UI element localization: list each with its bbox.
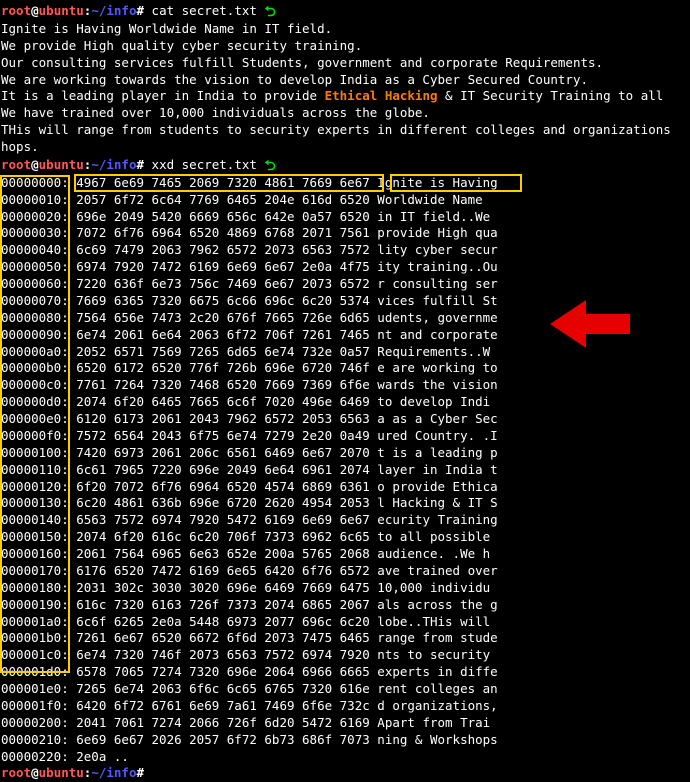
prompt-host: ubuntu: [39, 3, 84, 18]
prompt-line-2: root@ubuntu:~/info# xxd secret.txt ⮌: [1, 156, 690, 175]
hex-row: 00000020: 696e 2049 5420 6669 656c 642e …: [1, 209, 498, 226]
hex-row: 000001f0: 6420 6f72 6761 6e69 7a61 7469 …: [1, 698, 498, 715]
command-xxd: xxd secret.txt: [152, 157, 257, 172]
prompt-line-3[interactable]: root@ubuntu:~/info#: [1, 765, 690, 782]
hex-row: 00000010: 2057 6f72 6c64 7769 6465 204e …: [1, 192, 498, 209]
hex-row: 000000e0: 6120 6173 2061 2043 7962 6572 …: [1, 411, 498, 428]
hex-row: 000000b0: 6520 6172 6520 776f 726b 696e …: [1, 360, 498, 377]
hex-row: 00000200: 2041 7061 7274 2066 726f 6d20 …: [1, 715, 498, 732]
cat-output: Ignite is Having Worldwide Name in IT fi…: [1, 21, 690, 156]
hex-row: 000001b0: 7261 6e67 6520 6672 6f6d 2073 …: [1, 630, 498, 647]
output-line: We provide High quality cyber security t…: [1, 38, 690, 55]
red-arrow-icon: [550, 294, 630, 354]
hex-row: 00000000: 4967 6e69 7465 2069 7320 4861 …: [1, 175, 498, 192]
output-line: Our consulting services fulfill Students…: [1, 55, 690, 72]
hex-row: 00000140: 6563 7572 6974 7920 5472 6169 …: [1, 512, 498, 529]
hex-row: 000001a0: 6c6f 6265 2e0a 5448 6973 2077 …: [1, 614, 498, 631]
output-line: We are working towards the vision to dev…: [1, 72, 690, 89]
hex-row: 00000220: 2e0a ..: [1, 749, 498, 766]
hex-row: 00000030: 7072 6f76 6964 6520 4869 6768 …: [1, 225, 498, 242]
output-line: Ignite is Having Worldwide Name in IT fi…: [1, 21, 690, 38]
hex-row: 000001d0: 6578 7065 7274 7320 696e 2064 …: [1, 664, 498, 681]
hex-row: 00000130: 6c20 4861 636b 696e 6720 2620 …: [1, 495, 498, 512]
hex-row: 000001c0: 6e74 7320 746f 2073 6563 7572 …: [1, 647, 498, 664]
hex-row: 00000110: 6c61 7965 7220 696e 2049 6e64 …: [1, 462, 498, 479]
prompt-user: root: [1, 3, 31, 18]
prompt-symbol: #: [136, 3, 144, 18]
xxd-output: 00000000: 4967 6e69 7465 2069 7320 4861 …: [1, 175, 498, 766]
hex-row: 00000070: 7669 6365 7320 6675 6c66 696c …: [1, 293, 498, 310]
output-line: THis will range from students to securit…: [1, 122, 690, 139]
output-line: We have trained over 10,000 individuals …: [1, 105, 690, 122]
output-line: It is a leading player in India to provi…: [1, 88, 690, 105]
hex-row: 00000040: 6c69 7479 2063 7962 6572 2073 …: [1, 242, 498, 259]
return-icon: ⮌: [264, 3, 275, 22]
hex-row: 00000190: 616c 7320 6163 726f 7373 2074 …: [1, 597, 498, 614]
command-cat: cat secret.txt: [152, 3, 257, 18]
hex-row: 00000120: 6f20 7072 6f76 6964 6520 4574 …: [1, 479, 498, 496]
hex-row: 00000150: 2074 6f20 616c 6c20 706f 7373 …: [1, 529, 498, 546]
hex-row: 000000c0: 7761 7264 7320 7468 6520 7669 …: [1, 377, 498, 394]
hex-row: 00000080: 7564 656e 7473 2c20 676f 7665 …: [1, 310, 498, 327]
hex-row: 000001e0: 7265 6e74 2063 6f6c 6c65 6765 …: [1, 681, 498, 698]
hex-row: 00000180: 2031 302c 3030 3020 696e 6469 …: [1, 580, 498, 597]
prompt-line-1: root@ubuntu:~/info# cat secret.txt ⮌: [1, 2, 690, 21]
output-line: hops.: [1, 139, 690, 156]
hex-row: 00000160: 2061 7564 6965 6e63 652e 200a …: [1, 546, 498, 563]
hex-row: 00000100: 7420 6973 2061 206c 6561 6469 …: [1, 445, 498, 462]
hex-row: 00000170: 6176 6520 7472 6169 6e65 6420 …: [1, 563, 498, 580]
hex-row: 00000060: 7220 636f 6e73 756c 7469 6e67 …: [1, 276, 498, 293]
prompt-path: ~/info: [91, 3, 136, 18]
terminal[interactable]: root@ubuntu:~/info# cat secret.txt ⮌ Ign…: [0, 0, 690, 782]
hex-row: 000000a0: 2052 6571 7569 7265 6d65 6e74 …: [1, 344, 498, 361]
hex-row: 000000d0: 2074 6f20 6465 7665 6c6f 7020 …: [1, 394, 498, 411]
hex-row: 00000050: 6974 7920 7472 6169 6e69 6e67 …: [1, 259, 498, 276]
hex-row: 00000210: 6e69 6e67 2026 2057 6f72 6b73 …: [1, 732, 498, 749]
hex-row: 000000f0: 7572 6564 2043 6f75 6e74 7279 …: [1, 428, 498, 445]
hex-row: 00000090: 6e74 2061 6e64 2063 6f72 706f …: [1, 327, 498, 344]
return-icon: ⮌: [264, 157, 275, 176]
